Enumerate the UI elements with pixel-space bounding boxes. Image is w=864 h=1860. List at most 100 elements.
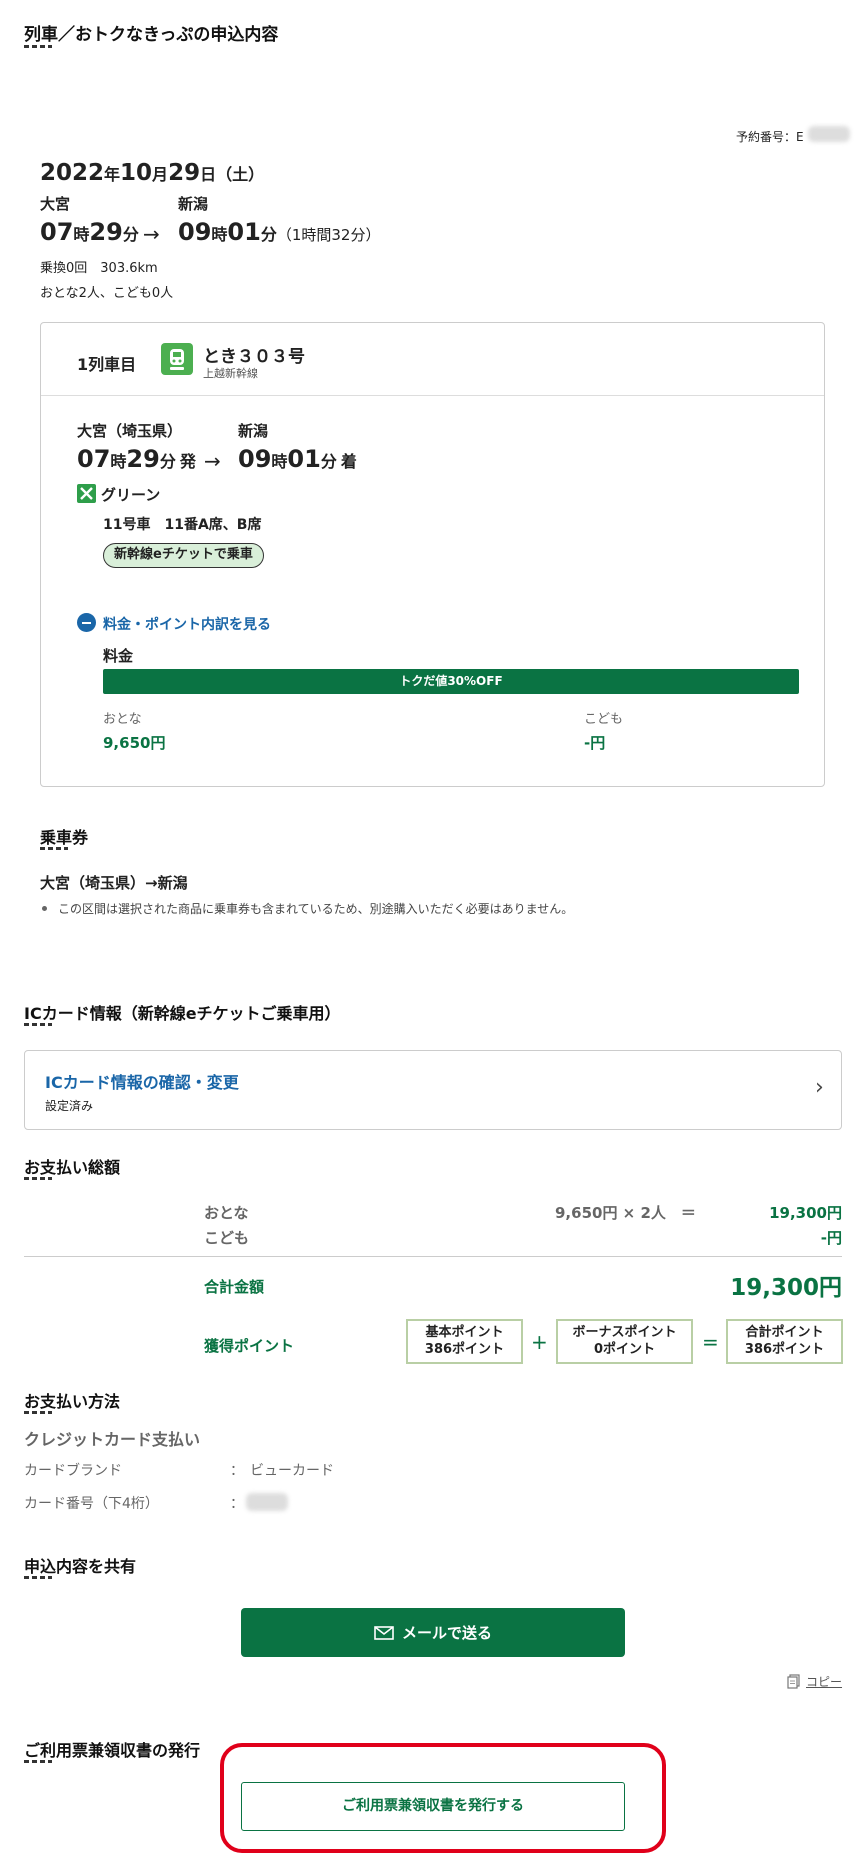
date-weekday: （土）: [216, 165, 265, 184]
bonus-points-box: ボーナスポイント 0ポイント: [556, 1319, 693, 1364]
date-month: 10: [120, 160, 153, 186]
joshaken-note: この区間は選択された商品に乗車券も含まれているため、別途購入いただく必要はありま…: [58, 902, 574, 916]
mail-icon: [374, 1625, 394, 1640]
payment-method-underline: [24, 1411, 52, 1414]
total-adult-label: おとな: [204, 1204, 249, 1222]
card-number-colon: ：: [230, 1496, 244, 1512]
date-month-unit: 月: [152, 165, 169, 184]
payment-method-name: クレジットカード支払い: [24, 1430, 201, 1449]
date-day-unit: 日: [200, 165, 217, 184]
train-card-divider: [41, 395, 824, 396]
total-divider: [24, 1256, 842, 1257]
ic-card-link-box[interactable]: ICカード情報の確認・変更 設定済み ›: [24, 1050, 842, 1130]
dep-min-unit: 分: [122, 225, 139, 244]
fare-adult-price: 9,650円: [103, 734, 166, 752]
trip-transfers: 乗換0回 303.6km: [40, 261, 158, 276]
eticket-badge: 新幹線eチケットで乗車: [103, 543, 264, 568]
send-mail-button[interactable]: メールで送る: [241, 1608, 625, 1657]
joshaken-underline: [40, 847, 68, 850]
trip-date: 2022年10月29日（土）: [40, 160, 264, 186]
note-bullet: [42, 906, 47, 911]
issue-receipt-button[interactable]: ご利用票兼領収書を発行する: [241, 1782, 625, 1831]
trip-departure-time: 07時29分: [40, 218, 139, 246]
arr-min: 01: [227, 218, 261, 246]
sum-points-box: 合計ポイント 386ポイント: [726, 1319, 843, 1364]
total-adult-calc: 9,650円 × 2人 ＝: [555, 1204, 696, 1222]
basic-points-label: 基本ポイント: [425, 1325, 504, 1340]
arr-min-unit: 分: [260, 225, 277, 244]
fare-child-label: こども: [584, 712, 624, 727]
seg-dep-hour-unit: 時: [110, 452, 127, 471]
send-mail-label: メールで送る: [401, 1624, 492, 1642]
copy-icon[interactable]: [787, 1674, 801, 1689]
discount-bar: トクだ値30%OFF: [103, 669, 799, 694]
fare-heading: 料金: [103, 647, 134, 665]
points-equals: =: [702, 1330, 719, 1354]
copy-link[interactable]: コピー: [806, 1673, 842, 1690]
seg-arr-suffix: 着: [340, 452, 357, 471]
ic-card-heading: ICカード情報（新幹線eチケットご乗車用）: [24, 1004, 341, 1023]
share-underline: [24, 1576, 52, 1579]
dep-hour: 07: [40, 218, 74, 246]
trip-to: 新潟: [178, 195, 209, 213]
dep-min: 29: [89, 218, 123, 246]
fare-breakdown-toggle[interactable]: 料金・ポイント内訳を見る: [103, 614, 271, 634]
ic-card-underline: [24, 1023, 52, 1026]
train-name: とき３０３号: [203, 347, 305, 367]
sum-points-value: 386ポイント: [744, 1342, 825, 1357]
basic-points-value: 386ポイント: [424, 1342, 505, 1357]
collapse-minus-icon[interactable]: [77, 613, 96, 632]
bonus-points-value: 0ポイント: [593, 1342, 656, 1357]
grand-total-value: 19,300円: [730, 1275, 842, 1301]
card-number-label: カード番号（下4桁）: [24, 1496, 159, 1512]
trip-arrow: →: [143, 222, 160, 246]
ic-card-link-title[interactable]: ICカード情報の確認・変更: [45, 1069, 239, 1093]
card-number-masked: [246, 1493, 288, 1511]
seg-arr-min: 01: [287, 445, 321, 473]
trip-duration: （1時間32分）: [276, 226, 381, 244]
share-heading: 申込内容を共有: [24, 1557, 137, 1576]
seg-dep-suffix: 発: [179, 452, 196, 471]
segment-departure: 07時29分発: [77, 445, 196, 473]
seg-dep-hour: 07: [77, 445, 111, 473]
payment-total-underline: [24, 1177, 52, 1180]
date-year-unit: 年: [104, 165, 121, 184]
date-day: 29: [168, 160, 201, 186]
card-brand-colon: ：: [230, 1463, 244, 1479]
bonus-points-label: ボーナスポイント: [572, 1325, 677, 1340]
fare-adult-label: おとな: [103, 712, 142, 727]
car-class: グリーン: [101, 486, 161, 504]
green-car-icon: [77, 484, 96, 503]
train-line: 上越新幹線: [203, 367, 258, 380]
joshaken-heading: 乗車券: [40, 828, 89, 847]
arr-hour-unit: 時: [211, 225, 228, 244]
seg-arr-hour-unit: 時: [271, 452, 288, 471]
grand-total-label: 合計金額: [204, 1278, 265, 1296]
payment-method-heading: お支払い方法: [24, 1392, 121, 1411]
total-adult-amount: 19,300円: [769, 1204, 842, 1222]
train-card: 1列車目 とき３０３号 上越新幹線 大宮（埼玉県） 新潟 07時29分発 → 0…: [40, 322, 825, 787]
segment-from: 大宮（埼玉県）: [77, 422, 183, 440]
joshaken-route: 大宮（埼玉県）→新潟: [40, 874, 188, 892]
points-plus: +: [531, 1330, 548, 1354]
reservation-number-masked: [808, 126, 850, 142]
ic-card-status: 設定済み: [45, 1099, 94, 1113]
seg-arr-hour: 09: [238, 445, 272, 473]
card-brand-label: カードブランド: [24, 1463, 122, 1479]
points-label: 獲得ポイント: [204, 1337, 295, 1355]
segment-arrow: →: [204, 449, 221, 473]
seat-info: 11号車 11番A席、B席: [103, 517, 262, 533]
seg-dep-min-unit: 分: [159, 452, 176, 471]
title-underline: [24, 45, 52, 48]
reservation-number-label: 予約番号：E: [736, 130, 804, 144]
page-title: 列車／おトクなきっぷの申込内容: [24, 25, 279, 45]
card-brand-value: ビューカード: [250, 1463, 334, 1479]
receipt-underline: [24, 1760, 52, 1763]
total-child-label: こども: [204, 1229, 250, 1247]
fare-child-price: -円: [584, 734, 606, 752]
payment-total-heading: お支払い総額: [24, 1158, 121, 1177]
trip-passengers: おとな2人、こども0人: [40, 286, 174, 301]
seg-dep-min: 29: [126, 445, 160, 473]
seg-arr-min-unit: 分: [320, 452, 337, 471]
chevron-right-icon: ›: [815, 1075, 824, 1100]
